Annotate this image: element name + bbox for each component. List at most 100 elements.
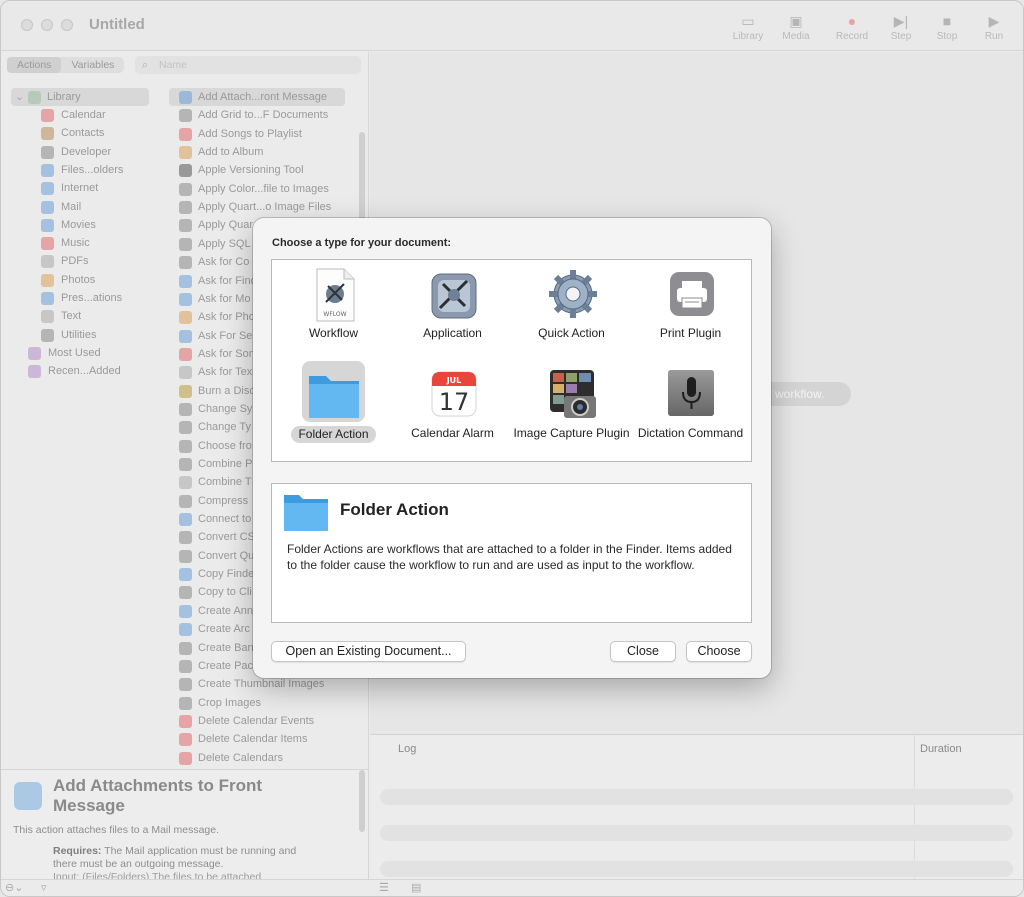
minimize-window-button[interactable] [41,19,53,31]
action-item[interactable]: Apply Color...file to Images [169,180,349,198]
action-item[interactable]: Delete Calendar Events [169,712,349,730]
type-application[interactable]: Application [393,262,512,362]
action-icon [179,201,192,215]
action-label: Delete Calendar Items [198,733,308,746]
selected-type-description: Folder Actions are workflows that are at… [287,542,732,572]
workflow-badge-text: WFLOW [323,311,346,318]
search-input[interactable]: ⌕ Name [135,56,361,74]
action-label: Ask for Son [198,347,255,360]
library-item[interactable]: Movies [1,216,151,234]
library-item[interactable]: PDFs [1,252,151,270]
action-item[interactable]: Delete Calendars [169,749,349,767]
action-label: Ask for Pho [198,311,255,324]
library-item[interactable]: Calendar [1,106,151,124]
action-description-pane: Add Attachments to Front Message This ac… [1,769,369,879]
library-item[interactable]: Mail [1,198,151,216]
step-toolbar-button[interactable]: ▶| Step [878,11,924,42]
close-button[interactable]: Close [610,641,676,662]
action-icon [179,109,192,123]
log-pane: Log Duration [370,734,1023,880]
open-existing-document-button[interactable]: Open an Existing Document... [271,641,466,662]
action-requirements: Requires: The Mail application must be r… [53,845,323,879]
type-label: Application [423,326,482,340]
library-item[interactable]: Music [1,234,151,252]
action-title: Add Attachments to Front Message [53,776,263,815]
action-item[interactable]: Add to Album [169,143,349,161]
record-icon: ● [847,13,857,29]
smart-group-item[interactable]: Recen...Added [1,362,151,380]
action-label: Create Pac [198,659,254,672]
library-category-icon [41,182,54,196]
action-item[interactable]: Apple Versioning Tool [169,161,349,179]
action-label: Apply Quar [198,219,254,232]
run-toolbar-button[interactable]: ▶ Run [971,11,1017,42]
list-view-icon[interactable]: ☰ [379,881,389,894]
type-folder-action[interactable]: Folder Action [274,362,393,462]
action-icon [179,421,192,435]
action-icon [179,182,192,196]
action-icon [179,256,192,270]
action-item[interactable]: Delete Calendar Items [169,730,349,748]
smart-group-label: Most Used [48,347,101,359]
smart-group-item[interactable]: Most Used [1,344,151,362]
selected-type-info: Folder Action Folder Actions are workflo… [271,483,752,623]
type-label: Dictation Command [637,426,744,440]
disclosure-chevron-icon[interactable]: ⌄ [15,88,24,106]
selected-type-title: Folder Action [340,500,449,519]
smart-group-label: Recen...Added [48,365,121,378]
action-item[interactable]: Apply Quart...o Image Files [169,198,349,216]
log-row [380,789,1013,805]
workflow-document-icon: WFLOW [316,268,355,322]
choose-button[interactable]: Choose [686,641,752,662]
library-item[interactable]: Utilities [1,326,151,344]
library-item[interactable]: Contacts [1,124,151,142]
record-toolbar-button[interactable]: ● Record [829,11,875,42]
action-label: Delete Calendars [198,751,283,764]
type-calendar-alarm[interactable]: JUL 17 Calendar Alarm [393,362,512,462]
action-icon [179,751,192,765]
actions-variables-segmented-control[interactable]: Actions Variables [7,57,125,73]
window-title: Untitled [89,16,145,33]
action-icon [179,733,192,747]
duration-header: Duration [920,743,962,755]
library-item[interactable]: Files...olders [1,161,151,179]
application-robot-icon [431,273,477,319]
log-row [380,825,1013,841]
library-category-icon [41,237,54,251]
action-label: Add to Album [198,146,264,159]
action-label: Apply SQL [198,237,251,250]
action-item[interactable]: Add Attach...ront Message [169,88,345,106]
close-window-button[interactable] [21,19,33,31]
library-toolbar-button[interactable]: ▭ Library [725,11,771,42]
action-icon [179,604,192,618]
type-image-capture-plugin[interactable]: Image Capture Plugin [512,362,631,462]
dialog-title: Choose a type for your document: [272,237,452,249]
tab-variables[interactable]: Variables [61,57,124,73]
description-toggle-icon[interactable]: ▿ [41,881,47,894]
action-item[interactable]: Add Grid to...F Documents [169,106,349,124]
action-item[interactable]: Add Songs to Playlist [169,125,349,143]
library-item[interactable]: Pres...ations [1,289,151,307]
description-scrollbar[interactable] [359,770,365,832]
library-item[interactable]: Text [1,307,151,325]
action-menu-icon[interactable]: ⊖⌄ [5,881,23,894]
library-root[interactable]: ⌄ Library [11,88,149,106]
action-item[interactable]: Crop Images [169,694,349,712]
library-item[interactable]: Photos [1,271,151,289]
zoom-window-button[interactable] [61,19,73,31]
type-print-plugin[interactable]: Print Plugin [631,262,750,362]
type-quick-action[interactable]: Quick Action [512,262,631,362]
media-toolbar-button[interactable]: ▣ Media [773,11,819,42]
type-dictation-command[interactable]: Dictation Command [631,362,750,462]
tab-actions[interactable]: Actions [7,57,62,73]
type-workflow[interactable]: WFLOW Workflow [274,262,393,362]
stop-toolbar-button[interactable]: ■ Stop [924,11,970,42]
stop-label: Stop [936,31,958,42]
stop-icon: ■ [942,13,952,29]
split-view-icon[interactable]: ▤ [411,881,421,894]
library-item[interactable]: Developer [1,143,151,161]
media-label: Media [782,31,810,42]
library-item[interactable]: Internet [1,179,151,197]
action-icon [179,439,192,453]
action-icon [179,384,192,398]
